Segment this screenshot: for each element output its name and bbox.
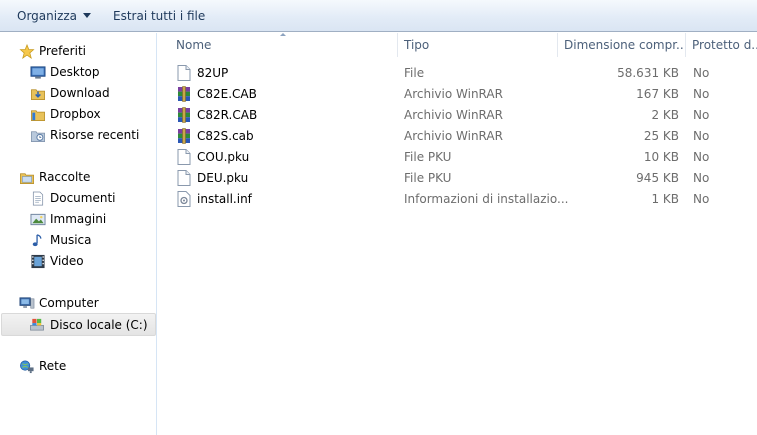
network-icon: [20, 360, 34, 374]
star-icon: [19, 44, 35, 59]
dropbox-folder-icon: [31, 110, 45, 121]
file-row[interactable]: C82R.CAB Archivio WinRAR 2 KB No: [158, 105, 757, 126]
file-name: C82E.CAB: [197, 87, 257, 101]
file-type: File: [404, 66, 425, 80]
file-row[interactable]: C82E.CAB Archivio WinRAR 167 KB No: [158, 84, 757, 105]
file-size: 945 KB: [636, 171, 679, 185]
column-header-protected[interactable]: Protetto d...: [686, 33, 757, 57]
local-disk-icon: [30, 318, 44, 331]
setup-info-file-icon: [177, 191, 191, 207]
organize-button[interactable]: Organizza: [17, 0, 92, 32]
file-size: 2 KB: [651, 108, 679, 122]
file-type: File PKU: [404, 150, 452, 164]
file-size: 1 KB: [651, 192, 679, 206]
file-type: File PKU: [404, 171, 452, 185]
documents-icon: [32, 191, 44, 206]
file-type: Archivio WinRAR: [404, 108, 503, 122]
column-header-type[interactable]: Tipo: [398, 33, 558, 57]
file-protected: No: [693, 87, 710, 101]
sort-ascending-icon: [280, 33, 286, 36]
file-list-view: Nome Tipo Dimensione compr... Protetto d…: [158, 33, 757, 435]
winrar-archive-icon: [177, 107, 191, 123]
command-bar: Organizza Estrai tutti i file: [0, 0, 757, 32]
file-name: install.inf: [197, 192, 252, 206]
recent-places-icon: [31, 131, 45, 142]
file-row[interactable]: DEU.pku File PKU 945 KB No: [158, 168, 757, 189]
winrar-archive-icon: [177, 128, 191, 144]
blank-file-icon: [177, 170, 191, 186]
organize-label: Organizza: [17, 9, 78, 23]
file-protected: No: [693, 171, 710, 185]
file-type: Archivio WinRAR: [404, 129, 503, 143]
file-protected: No: [693, 150, 710, 164]
column-header-name[interactable]: Nome: [170, 33, 398, 57]
file-size: 58.631 KB: [617, 66, 679, 80]
file-protected: No: [693, 108, 710, 122]
music-note-icon: [32, 234, 42, 247]
extract-all-button[interactable]: Estrai tutti i file: [113, 0, 205, 32]
column-header-size[interactable]: Dimensione compr...: [558, 33, 686, 57]
chevron-down-icon: [83, 13, 92, 18]
blank-file-icon: [177, 149, 191, 165]
file-size: 10 KB: [643, 150, 679, 164]
download-folder-icon: [31, 89, 45, 100]
blank-file-icon: [177, 65, 191, 81]
file-name: DEU.pku: [197, 171, 249, 185]
film-strip-icon: [31, 254, 45, 269]
file-row[interactable]: C82S.cab Archivio WinRAR 25 KB No: [158, 126, 757, 147]
file-name: 82UP: [197, 66, 229, 80]
file-protected: No: [693, 129, 710, 143]
computer-icon: [19, 297, 35, 309]
file-size: 167 KB: [636, 87, 679, 101]
column-header-row: Nome Tipo Dimensione compr... Protetto d…: [158, 33, 757, 57]
navigation-pane: Preferiti Desktop Download Dropbox Risor…: [0, 33, 157, 435]
file-name: C82R.CAB: [197, 108, 258, 122]
file-protected: No: [693, 66, 710, 80]
file-type: Archivio WinRAR: [404, 87, 503, 101]
file-row[interactable]: COU.pku File PKU 10 KB No: [158, 147, 757, 168]
pictures-icon: [30, 213, 46, 226]
desktop-icon: [30, 66, 46, 79]
file-row[interactable]: install.inf Informazioni di installazio..…: [158, 189, 757, 210]
file-type: Informazioni di installazio...: [404, 192, 569, 206]
file-size: 25 KB: [643, 129, 679, 143]
file-protected: No: [693, 192, 710, 206]
file-row[interactable]: 82UP File 58.631 KB No: [158, 63, 757, 84]
file-name: C82S.cab: [197, 129, 254, 143]
libraries-icon: [20, 173, 34, 184]
winrar-archive-icon: [177, 86, 191, 102]
file-name: COU.pku: [197, 150, 250, 164]
nav-local-disk-c[interactable]: Disco locale (C:): [1, 313, 156, 336]
